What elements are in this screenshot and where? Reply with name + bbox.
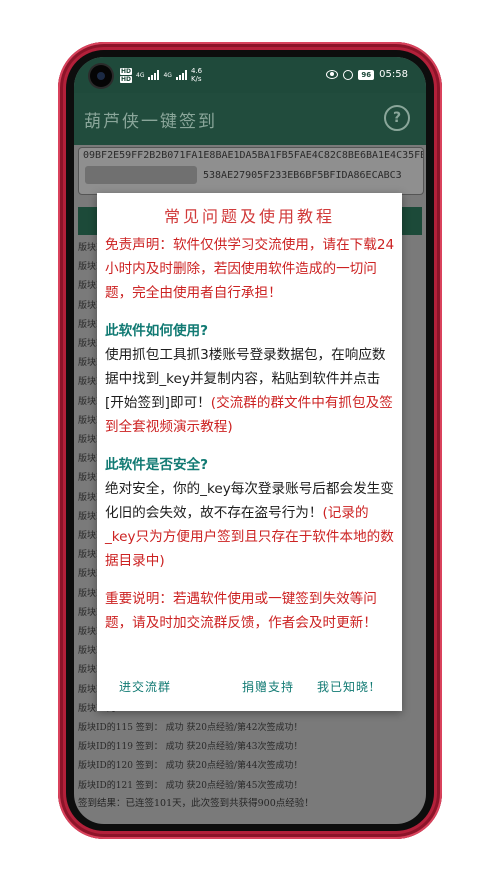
acknowledge-button[interactable]: 我已知晓! xyxy=(317,678,375,695)
clock: 05:58 xyxy=(379,69,408,80)
safety-section: 绝对安全，你的_key每次登录账号后都会发生变化旧的会失效，故不存在盗号行为！(… xyxy=(105,477,395,573)
faq-dialog: 常见问题及使用教程 免责声明：软件仅供学习交流使用，请在下载24小时内及时删除，… xyxy=(97,193,402,711)
important-text: 重要说明：若遇软件使用或一键签到失效等问题，请及时加交流群反馈，作者会及时更新！ xyxy=(105,591,377,631)
app-bar: 葫芦侠一键签到 ? xyxy=(74,93,426,145)
howto-section: 使用抓包工具抓3楼账号登录数据包，在响应数据中找到_key并复制内容，粘贴到软件… xyxy=(105,343,395,439)
status-left: HD HD 4G 4G 4.6 K/s xyxy=(120,67,202,83)
howto-heading: 此软件如何使用? xyxy=(105,323,209,339)
alarm-icon xyxy=(343,69,354,80)
sign-in-result: 签到结果：已连签101天，此次签到共获得900点经验！ xyxy=(78,798,314,809)
app-title: 葫芦侠一键签到 xyxy=(84,112,217,132)
net-speed-value: 4.6 xyxy=(190,67,203,75)
help-icon[interactable]: ? xyxy=(384,105,410,131)
hd-badge: HD xyxy=(120,67,133,75)
network-type: 4G xyxy=(136,71,145,79)
key-line-1: 09BF2E59FF2B2B071FA1E8BAE1DA5BA1FB5FAE4C… xyxy=(83,150,424,161)
signal-icon xyxy=(175,70,187,80)
dialog-title: 常见问题及使用教程 xyxy=(163,207,335,226)
signal-icon xyxy=(148,70,160,80)
log-line: 版块ID的115 签到： 成功 获20点经验/第42次签成功！ xyxy=(78,723,303,734)
key-line-2: 538AE27905F233EB6BF5BFIDA86ECABC3 xyxy=(203,170,402,181)
net-speed-unit: K/s xyxy=(190,75,202,83)
key-input[interactable]: 09BF2E59FF2B2B071FA1E8BAE1DA5BA1FB5FAE4C… xyxy=(78,147,424,195)
hd-badge: HD xyxy=(120,75,133,83)
hd-badges: HD HD xyxy=(120,67,133,83)
network-type: 4G xyxy=(163,71,172,79)
disclaimer-text: 免责声明：软件仅供学习交流使用，请在下载24小时内及时删除，若因使用软件造成的一… xyxy=(105,237,395,301)
status-bar: HD HD 4G 4G 4.6 K/s 96 05:58 xyxy=(74,57,426,93)
log-line: 版块ID的121 签到： 成功 获20点经验/第45次签成功！ xyxy=(78,780,303,791)
status-right: 96 05:58 xyxy=(326,69,408,80)
log-line: 版块ID的120 签到： 成功 获20点经验/第44次签成功！ xyxy=(78,761,303,772)
net-speed: 4.6 K/s xyxy=(191,67,202,83)
join-group-button[interactable]: 进交流群 xyxy=(119,678,171,695)
safety-heading: 此软件是否安全? xyxy=(105,457,209,473)
dialog-body: 免责声明：软件仅供学习交流使用，请在下载24小时内及时删除，若因使用软件造成的一… xyxy=(105,233,395,635)
eye-icon xyxy=(326,70,339,79)
redacted-blur xyxy=(85,166,197,184)
battery-icon: 96 xyxy=(358,69,375,80)
donate-button[interactable]: 捐赠支持 xyxy=(242,678,294,695)
front-camera-icon xyxy=(90,65,112,87)
log-line: 版块ID的119 签到： 成功 获20点经验/第43次签成功！ xyxy=(78,742,303,753)
